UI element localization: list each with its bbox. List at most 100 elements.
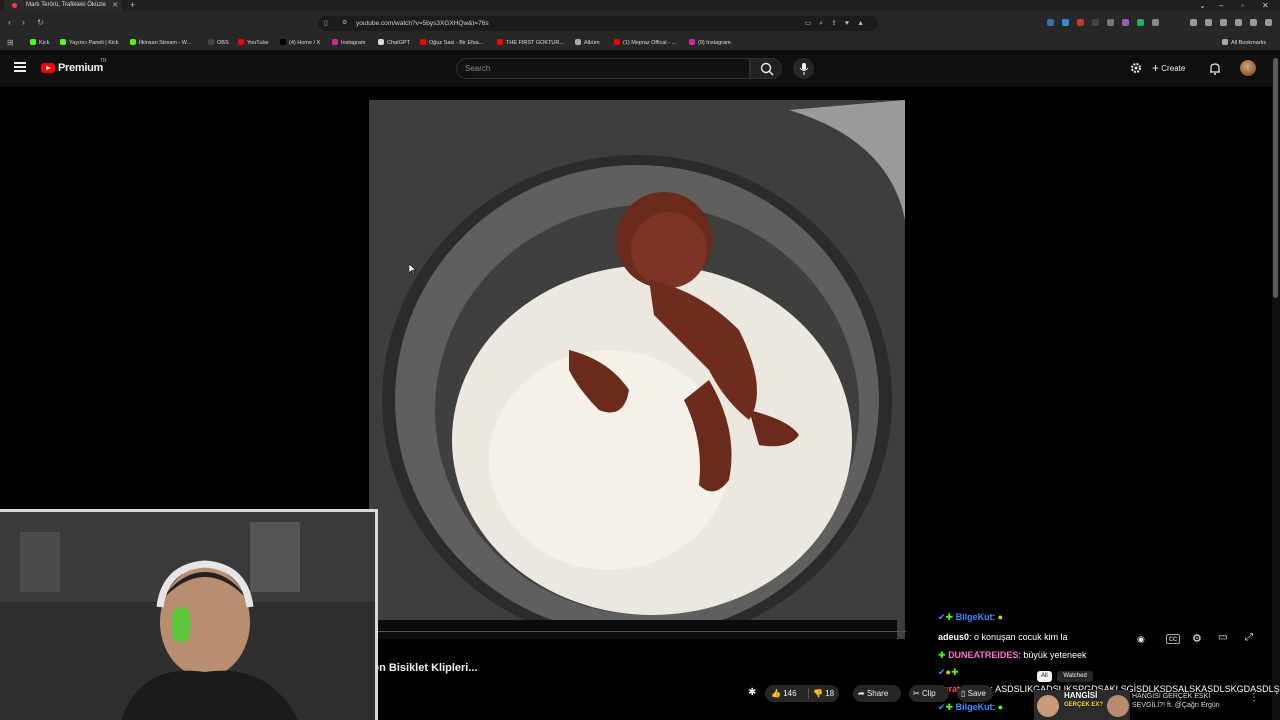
extension-icon[interactable] [1062,19,1069,26]
extension-icon[interactable] [1077,19,1084,26]
mic-icon [799,62,808,75]
obs-icon [208,39,214,45]
browser-toolbar: ‹ › ↻ ▯ ⚙ youtube.com/watch?v=5bys3XGXHQ… [0,11,1280,35]
bookmark-item[interactable]: OBS [208,35,229,51]
new-tab-icon[interactable]: + [130,0,135,11]
extension-icon[interactable] [1122,19,1129,26]
share-icon: ➦ [858,689,865,698]
bell-icon[interactable] [1209,62,1221,75]
youtube-play-icon [41,63,55,73]
youtube-header: Premium TR Search + Create [0,51,1280,87]
bookmark-item[interactable]: ChatGPT [378,35,410,51]
bookmark-item[interactable]: (1) Mepraz Offical - ... [614,35,676,51]
address-bar[interactable]: ▯ ⚙ youtube.com/watch?v=5bys3XGXHQw&t=76… [318,16,878,31]
minimize-icon[interactable]: – [1219,0,1223,11]
thumbnail-text: HANGİSİ [1064,691,1098,700]
extension-icon[interactable] [1107,19,1114,26]
bookmark-item[interactable]: Oğuz Sasi - Bir Efsa... [420,35,483,51]
share-button[interactable]: ➦ Share [853,685,901,702]
youtube-icon [420,39,426,45]
chip-all[interactable]: All [1037,671,1052,682]
bookmark-item[interactable]: (4) Home / X [280,35,320,51]
bookmarks-bar: ⊞ Kick Yayıncı Paneli | Kick İlkinsan St… [0,35,1280,51]
autoplay-toggle-icon[interactable]: ◉ [1137,634,1145,645]
recommended-video-title[interactable]: HANGİSİ GERÇEK ESKİ SEVGİLİ?! ft. @Çağrı… [1132,692,1220,710]
recommendation-chips: All Watched [1037,671,1093,683]
bookmark-icon: ▯ [961,689,966,698]
search-icon [760,62,774,76]
apps-grid-icon[interactable]: ⊞ [7,35,14,51]
webcam-overlay [0,509,378,720]
more-menu-icon[interactable] [1265,19,1272,26]
like-button[interactable]: 👍 146 [771,685,797,702]
extension-icon[interactable] [1047,19,1054,26]
bookmark-item[interactable]: (9) Instagram [689,35,731,51]
youtube-icon [497,39,503,45]
extension-icon[interactable] [1137,19,1144,26]
bookmark-item[interactable]: Yayıncı Paneli | Kick [60,35,119,51]
bookmark-item[interactable]: Albüm [575,35,600,51]
search-input[interactable]: Search [456,58,750,79]
create-button[interactable]: + Create [1152,60,1196,77]
magic-icon[interactable]: ✱ [748,687,756,698]
clip-button[interactable]: ✂ Clip [909,685,949,702]
media-control-icon[interactable] [1190,19,1197,26]
video-content-image [369,100,905,639]
progress-bar[interactable] [376,631,906,632]
reload-icon[interactable]: ↻ [37,18,44,27]
tune-icon[interactable]: ⚙ [342,16,347,31]
download-icon[interactable] [1220,19,1227,26]
bookmark-item[interactable]: İlkinsan Stream - W... [130,35,191,51]
restore-icon[interactable]: ▫ [1241,0,1244,11]
bookmark-item[interactable]: YouTube [238,35,269,51]
hamburger-menu-icon[interactable] [14,62,26,72]
more-options-icon[interactable]: ⋮ [1249,692,1259,703]
back-icon[interactable]: ‹ [8,17,11,27]
instagram-icon [332,39,338,45]
shield-icon[interactable] [1250,19,1257,26]
scrollbar[interactable] [1273,58,1278,298]
kick-icon [60,39,66,45]
folder-icon [1222,39,1228,45]
site-info-icon[interactable]: ▯ [324,16,328,31]
profile-icon[interactable] [1235,19,1242,26]
save-button[interactable]: ▯ Save [957,685,993,702]
forward-icon[interactable]: › [22,17,25,27]
fullscreen-icon[interactable]: ⤢ [1245,632,1253,643]
youtube-icon [238,39,244,45]
chat-message: ✚ DUNEATREIDES: büyük yeteneek [938,650,1087,660]
miniplayer-icon[interactable]: ▭ [1218,632,1227,643]
video-title[interactable]: en Bisiklet Klipleri... [373,662,478,674]
bookmark-item[interactable]: Kick [30,35,49,51]
bookmark-item[interactable]: THE FIRST GOKTUR... [497,35,564,51]
recommended-title-line: HANGİSİ GERÇEK ESKİ [1132,693,1211,700]
tab-search-icon[interactable]: ⌄ [1199,0,1206,11]
extensions-puzzle-icon[interactable] [1152,19,1159,26]
side-panel-icon[interactable] [1205,19,1212,26]
thumbs-down-icon: 👎 [813,689,823,698]
subtitles-icon[interactable]: cc [1166,634,1180,644]
all-bookmarks[interactable]: All Bookmarks [1222,35,1266,51]
divider [808,688,809,699]
avatar[interactable] [1240,60,1256,76]
bookmark-item[interactable]: Instagram [332,35,365,51]
settings-gear-icon[interactable]: ⚙ [1192,632,1202,645]
voice-search-button[interactable] [793,58,814,79]
thumbs-up-icon: 👍 [771,689,781,698]
search-button[interactable] [750,58,782,79]
chip-watched[interactable]: Watched [1057,671,1093,682]
browser-tab-active[interactable]: Martı Terörü, Trafikteki Öküzle ✕ [4,0,122,11]
video-frame[interactable] [369,100,905,639]
tab-close-icon[interactable]: ✕ [112,0,118,11]
close-window-icon[interactable]: ✕ [1262,0,1269,11]
x-icon [280,39,286,45]
folder-icon [575,39,581,45]
browser-tab-strip: Martı Terörü, Trafikteki Öküzle ✕ + ⌄ – … [0,0,1280,11]
recommended-video-thumbnail[interactable]: HANGİSİ GERÇEK EX? [1034,690,1130,720]
extension-icon[interactable] [1092,19,1099,26]
mouse-cursor-icon [409,264,417,274]
recording-icon [12,3,17,8]
dislike-button[interactable]: 👎 18 [813,685,834,702]
gear-icon[interactable] [1130,62,1142,74]
streamer-webcam-image [0,512,375,720]
